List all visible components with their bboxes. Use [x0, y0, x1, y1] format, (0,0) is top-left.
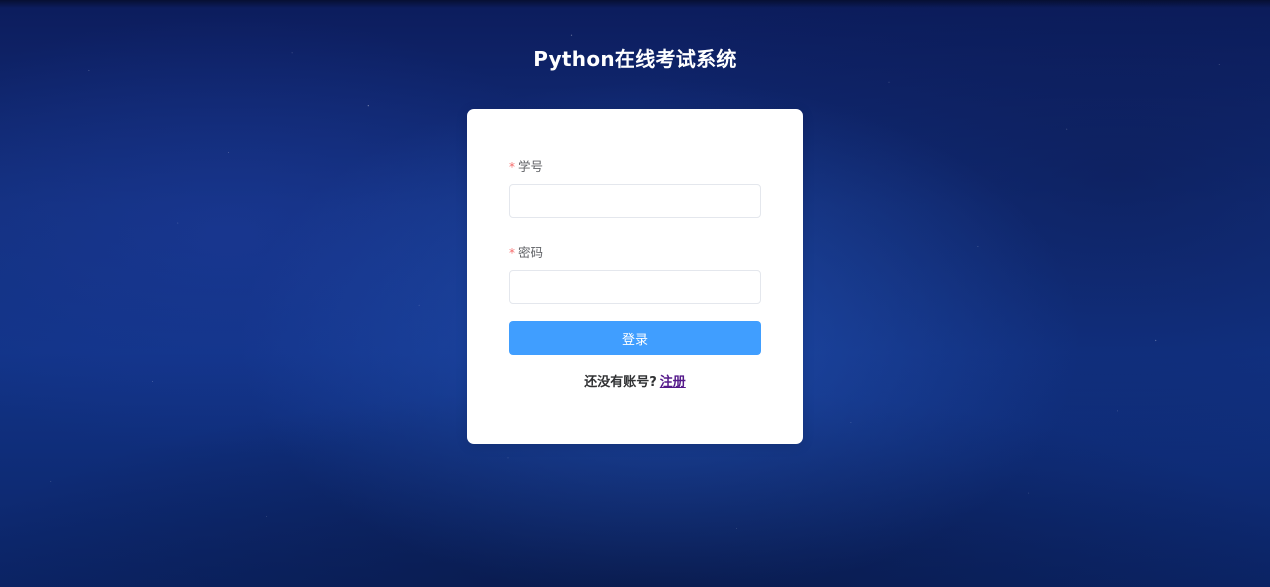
password-input[interactable] [509, 270, 761, 304]
username-form-item: * 学号 [509, 158, 761, 218]
required-star: * [509, 246, 515, 260]
password-label: * 密码 [509, 244, 761, 262]
username-label: * 学号 [509, 158, 761, 176]
page-title: Python在线考试系统 [533, 47, 737, 71]
required-star: * [509, 160, 515, 174]
login-card: * 学号 * 密码 登录 还没有账号? 注册 [467, 109, 803, 444]
password-label-text: 密码 [518, 245, 544, 260]
login-button[interactable]: 登录 [509, 321, 761, 355]
register-prompt: 还没有账号? [584, 375, 657, 390]
username-input[interactable] [509, 184, 761, 218]
top-shadow [0, 0, 1270, 8]
password-form-item: * 密码 [509, 244, 761, 304]
register-row: 还没有账号? 注册 [467, 371, 803, 390]
username-label-text: 学号 [518, 159, 544, 174]
register-link[interactable]: 注册 [660, 375, 686, 390]
